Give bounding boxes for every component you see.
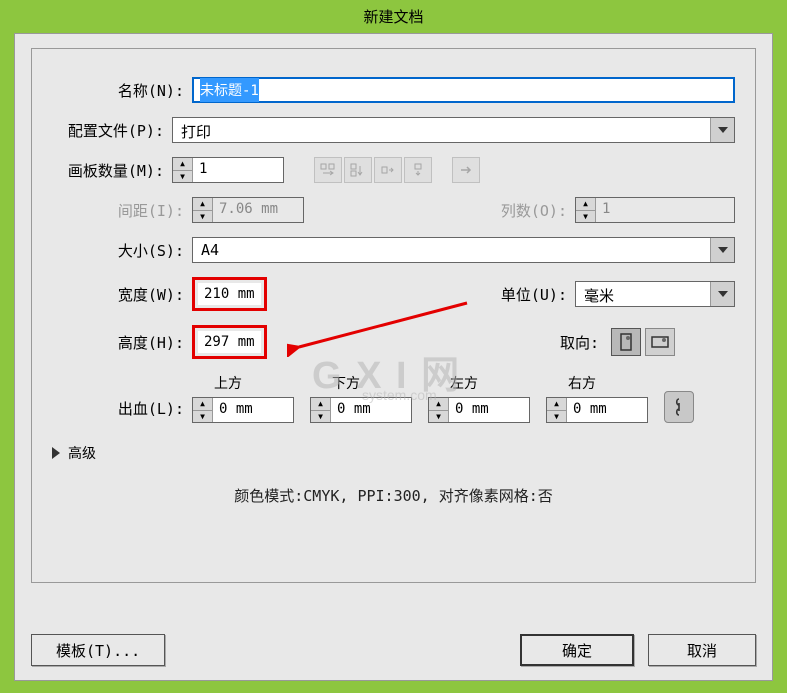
height-highlight-box: 297 mm xyxy=(192,325,267,359)
dialog-title: 新建文档 xyxy=(0,0,787,33)
size-label: 大小(S): xyxy=(52,240,192,261)
ok-button[interactable]: 确定 xyxy=(520,634,634,666)
cancel-button[interactable]: 取消 xyxy=(648,634,756,666)
orientation-label: 取向: xyxy=(560,332,607,353)
name-input[interactable]: 未标题-1 xyxy=(192,77,735,103)
units-select[interactable]: 毫米 xyxy=(575,281,735,307)
profile-label: 配置文件(P): xyxy=(52,120,172,141)
width-input[interactable]: 210 mm xyxy=(198,283,261,305)
dialog-body: G X I 网 system.com 名称(N): 未标题-1 配置文件(P):… xyxy=(14,33,773,681)
arrange-down-icon xyxy=(404,157,432,183)
bleed-left-spinner[interactable]: ▲▼ 0 mm xyxy=(428,397,530,423)
bleed-bottom-spinner[interactable]: ▲▼ 0 mm xyxy=(310,397,412,423)
bleed-right-label: 右方 xyxy=(546,373,648,393)
chevron-down-icon xyxy=(710,282,734,306)
spacing-label: 间距(I): xyxy=(52,200,192,221)
bleed-bottom-label: 下方 xyxy=(310,373,412,393)
chevron-down-icon xyxy=(710,238,734,262)
spacing-spinner: ▲▼ 7.06 mm xyxy=(192,197,304,223)
button-row: 模板(T)... 确定 取消 xyxy=(31,634,756,666)
width-highlight-box: 210 mm xyxy=(192,277,267,311)
height-label: 高度(H): xyxy=(52,332,192,353)
bleed-left-label: 左方 xyxy=(428,373,530,393)
content-panel: G X I 网 system.com 名称(N): 未标题-1 配置文件(P):… xyxy=(31,48,756,583)
portrait-button[interactable] xyxy=(611,328,641,356)
grid-by-col-icon xyxy=(344,157,372,183)
name-label: 名称(N): xyxy=(52,80,192,101)
triangle-right-icon xyxy=(52,447,60,459)
link-bleed-button[interactable] xyxy=(664,391,694,423)
artboards-spinner[interactable]: ▲ ▼ 1 xyxy=(172,157,284,183)
height-input[interactable]: 297 mm xyxy=(198,331,261,353)
bleed-top-label: 上方 xyxy=(192,373,294,393)
spin-down-icon[interactable]: ▼ xyxy=(173,171,192,183)
grid-by-row-icon xyxy=(314,157,342,183)
template-button[interactable]: 模板(T)... xyxy=(31,634,165,666)
info-text: 颜色模式:CMYK, PPI:300, 对齐像素网格:否 xyxy=(52,485,735,506)
chevron-down-icon xyxy=(710,118,734,142)
units-label: 单位(U): xyxy=(501,284,575,305)
columns-label: 列数(O): xyxy=(501,200,575,221)
profile-select[interactable]: 打印 xyxy=(172,117,735,143)
width-label: 宽度(W): xyxy=(52,284,192,305)
bleed-right-spinner[interactable]: ▲▼ 0 mm xyxy=(546,397,648,423)
advanced-toggle[interactable]: 高级 xyxy=(52,443,735,463)
landscape-button[interactable] xyxy=(645,328,675,356)
spin-up-icon[interactable]: ▲ xyxy=(173,158,192,171)
bleed-top-spinner[interactable]: ▲▼ 0 mm xyxy=(192,397,294,423)
size-select[interactable]: A4 xyxy=(192,237,735,263)
columns-spinner: ▲▼ 1 xyxy=(575,197,735,223)
arrow-right-icon xyxy=(452,157,480,183)
arrange-right-icon xyxy=(374,157,402,183)
artboards-label: 画板数量(M): xyxy=(52,160,172,181)
bleed-label: 出血(L): xyxy=(52,398,192,423)
